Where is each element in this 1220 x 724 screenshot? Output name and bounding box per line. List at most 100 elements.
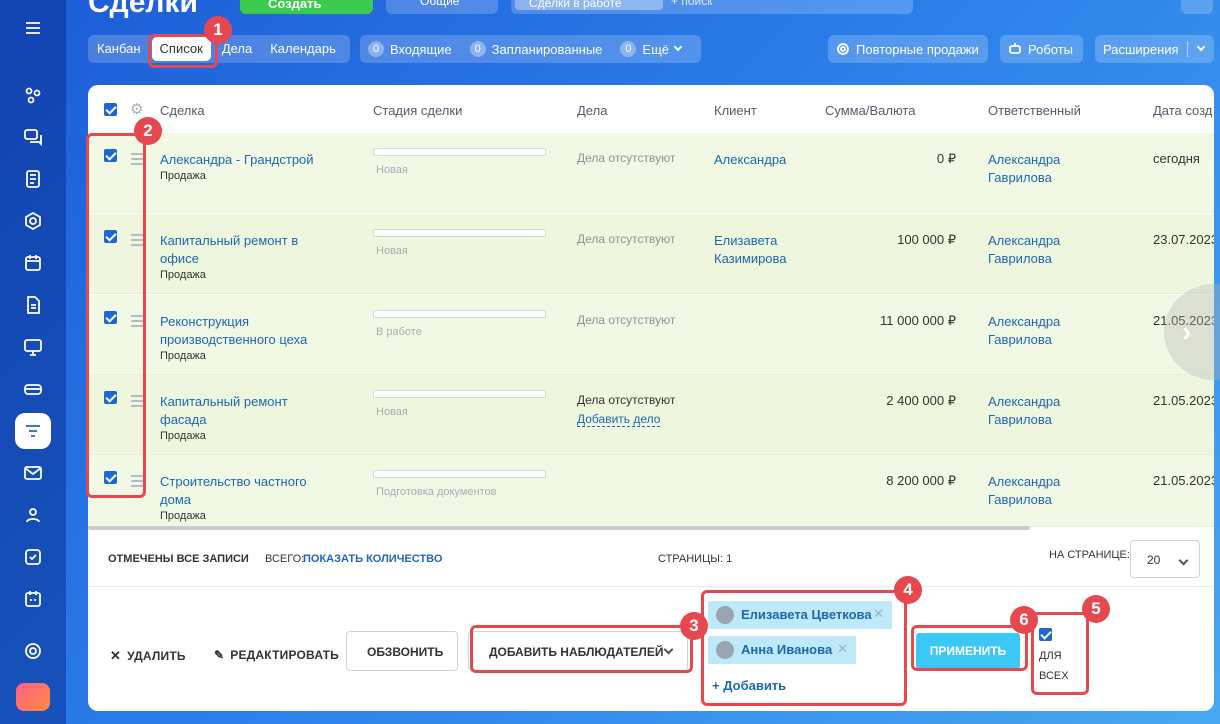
responsible-link[interactable]: Александра Гаврилова: [988, 393, 1098, 429]
board-icon[interactable]: [15, 329, 51, 365]
activities-cell: Дела отсутствуют: [577, 151, 676, 165]
menu-icon[interactable]: [15, 10, 51, 46]
counter-planned[interactable]: 0 Запланированные: [469, 41, 602, 57]
highlight-box: [86, 133, 146, 498]
column-responsible[interactable]: Ответственный: [988, 103, 1081, 118]
show-count-link[interactable]: ПОКАЗАТЬ КОЛИЧЕСТВО: [303, 553, 442, 565]
tab-calendar[interactable]: Календарь: [261, 35, 345, 63]
schedule-icon[interactable]: [15, 581, 51, 617]
filter-tag[interactable]: Сделки в работе: [515, 0, 663, 10]
extensions-button[interactable]: Расширения: [1095, 35, 1214, 63]
per-page-select[interactable]: 20: [1130, 540, 1200, 578]
table-row[interactable]: Строительство частного дома Продажа Подго…: [88, 455, 1214, 527]
marker-badge: 3: [680, 612, 708, 640]
column-deal[interactable]: Сделка: [160, 103, 205, 118]
edit-action[interactable]: ✎ РЕДАКТИРОВАТЬ: [214, 648, 339, 662]
client-link[interactable]: Елизавета Казимирова: [714, 232, 809, 268]
counter-incoming[interactable]: 0 Входящие: [368, 41, 452, 57]
marker-badge: 6: [1010, 606, 1038, 634]
column-stage[interactable]: Стадия сделки: [373, 103, 462, 118]
date-cell: 21.05.2023: [1153, 393, 1214, 408]
activities-cell: Дела отсутствуют: [577, 313, 676, 327]
search-bar[interactable]: Сделки в работе + поиск: [511, 0, 913, 14]
stage-label: Подготовка документов: [376, 486, 497, 498]
stage-progress[interactable]: [373, 390, 546, 398]
drive-icon[interactable]: [15, 371, 51, 407]
repeat-sales-button[interactable]: Повторные продажи: [828, 35, 988, 63]
deal-title[interactable]: Реконструкция производственного цеха Прод…: [160, 313, 340, 363]
responsible-link[interactable]: Александра Гаврилова: [988, 473, 1098, 509]
counter-more[interactable]: 0 Ещё: [620, 41, 683, 57]
column-activities[interactable]: Дела: [577, 103, 607, 118]
mail-icon[interactable]: [15, 455, 51, 491]
deal-category: Продажа: [160, 170, 206, 182]
chat-icon[interactable]: [15, 119, 51, 155]
select-all-checkbox[interactable]: [104, 103, 117, 116]
general-pill[interactable]: Общие: [386, 0, 498, 14]
robot-icon: [1009, 43, 1021, 54]
rocket-icon[interactable]: [16, 683, 50, 711]
create-button[interactable]: Создать: [240, 0, 373, 14]
close-icon: ✕: [110, 648, 122, 663]
pencil-icon: ✎: [214, 648, 225, 662]
call-button[interactable]: ОБЗВОНИТЬ: [346, 631, 458, 671]
stage-progress[interactable]: [373, 470, 546, 478]
settings-icon[interactable]: [15, 633, 51, 669]
projects-icon[interactable]: [15, 203, 51, 239]
column-amount[interactable]: Сумма/Валюта: [825, 103, 915, 118]
responsible-link[interactable]: Александра Гаврилова: [988, 313, 1098, 349]
file-icon[interactable]: [15, 287, 51, 323]
column-client[interactable]: Клиент: [714, 103, 757, 118]
counter-badge: 0: [368, 41, 384, 57]
robots-button[interactable]: Роботы: [1000, 35, 1083, 63]
column-created[interactable]: Дата созд: [1153, 103, 1212, 118]
chevron-right-icon: ›: [1182, 316, 1192, 347]
stage-progress[interactable]: [373, 148, 546, 156]
deal-title[interactable]: Строительство частного дома Продажа: [160, 473, 330, 523]
gear-icon[interactable]: ⚙: [130, 100, 143, 118]
table-row[interactable]: Реконструкция производственного цеха Прод…: [88, 295, 1214, 375]
add-activity-link[interactable]: Добавить дело: [577, 412, 661, 427]
marker-badge: 4: [894, 576, 922, 604]
table-row[interactable]: Александра - Грандстрой Продажа Новая Дел…: [88, 133, 1214, 213]
deal-title[interactable]: Капитальный ремонт в офисе Продажа: [160, 232, 330, 282]
stage-label: Новая: [376, 406, 408, 418]
counter-badge: 0: [620, 41, 637, 57]
stage-progress[interactable]: [373, 310, 546, 318]
stage-progress[interactable]: [373, 229, 546, 237]
deal-title-text: Реконструкция производственного цеха: [160, 314, 308, 347]
crm-funnel-icon[interactable]: [15, 413, 51, 449]
chevron-down-icon: [673, 42, 683, 52]
users-icon[interactable]: [15, 497, 51, 533]
highlight-box: [701, 590, 907, 706]
amount-cell: 11 000 000 ₽: [880, 313, 956, 328]
deal-title[interactable]: Александра - Грандстрой Продажа: [160, 151, 350, 183]
tasks-icon[interactable]: [15, 539, 51, 575]
chevron-down-icon: [1178, 555, 1189, 566]
counter-label: Входящие: [390, 41, 452, 57]
responsible-link[interactable]: Александра Гаврилова: [988, 151, 1098, 187]
delete-action[interactable]: ✕ УДАЛИТЬ: [110, 648, 186, 664]
horizontal-scrollbar[interactable]: [88, 526, 1030, 530]
search-input[interactable]: + поиск: [671, 0, 712, 8]
responsible-link[interactable]: Александра Гаврилова: [988, 232, 1098, 268]
calendar-icon[interactable]: [15, 245, 51, 281]
selected-status: ОТМЕЧЕНЫ ВСЕ ЗАПИСИ: [108, 553, 249, 565]
highlight-box: [470, 625, 693, 673]
deal-title-text: Строительство частного дома: [160, 474, 307, 507]
docs-icon[interactable]: [15, 161, 51, 197]
marker-badge: 5: [1082, 595, 1110, 623]
gear-icon[interactable]: [1181, 0, 1213, 14]
pages-label: СТРАНИЦЫ: 1: [658, 553, 733, 565]
deal-title[interactable]: Капитальный ремонт фасада Продажа: [160, 393, 320, 443]
table-row[interactable]: Капитальный ремонт в офисе Продажа Новая …: [88, 214, 1214, 294]
tab-kanban[interactable]: Канбан: [88, 35, 150, 63]
repeat-icon: [837, 43, 849, 55]
feed-icon[interactable]: [15, 77, 51, 113]
table-header: ⚙ Сделка Стадия сделки Дела Клиент Сумма…: [88, 85, 1214, 133]
star-icon[interactable]: ☆: [180, 0, 193, 12]
client-link[interactable]: Александра: [714, 151, 824, 169]
per-page-label: НА СТРАНИЦЕ:: [1049, 549, 1130, 561]
table-row[interactable]: Капитальный ремонт фасада Продажа Новая Д…: [88, 375, 1214, 455]
amount-cell: 2 400 000 ₽: [886, 393, 956, 408]
